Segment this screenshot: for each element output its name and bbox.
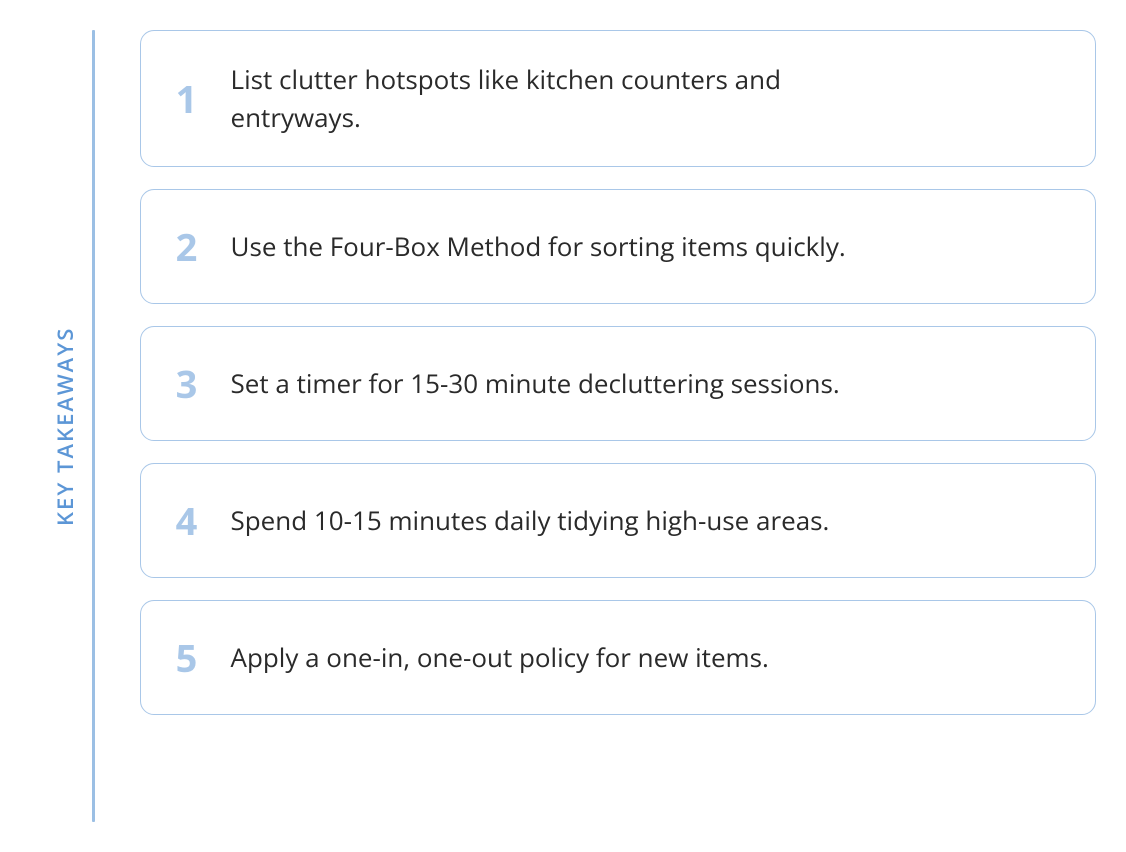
list-item: 1 List clutter hotspots like kitchen cou… <box>140 30 1097 167</box>
item-text: List clutter hotspots like kitchen count… <box>231 61 871 136</box>
takeaways-list: 1 List clutter hotspots like kitchen cou… <box>140 30 1097 822</box>
item-text: Apply a one-in, one-out policy for new i… <box>231 639 769 677</box>
item-number: 4 <box>173 502 201 540</box>
item-number: 5 <box>173 639 201 677</box>
key-takeaways-container: KEY TAKEAWAYS 1 List clutter hotspots li… <box>0 0 1126 852</box>
list-item: 3 Set a timer for 15-30 minute declutter… <box>140 326 1097 441</box>
list-item: 4 Spend 10-15 minutes daily tidying high… <box>140 463 1097 578</box>
list-item: 5 Apply a one-in, one-out policy for new… <box>140 600 1097 715</box>
list-item: 2 Use the Four-Box Method for sorting it… <box>140 189 1097 304</box>
item-text: Use the Four-Box Method for sorting item… <box>231 228 846 266</box>
item-number: 2 <box>173 228 201 266</box>
item-text: Set a timer for 15-30 minute declutterin… <box>231 365 840 403</box>
item-number: 3 <box>173 365 201 403</box>
section-title: KEY TAKEAWAYS <box>50 30 80 822</box>
vertical-divider <box>92 30 95 822</box>
item-number: 1 <box>173 80 201 118</box>
item-text: Spend 10-15 minutes daily tidying high-u… <box>231 502 830 540</box>
